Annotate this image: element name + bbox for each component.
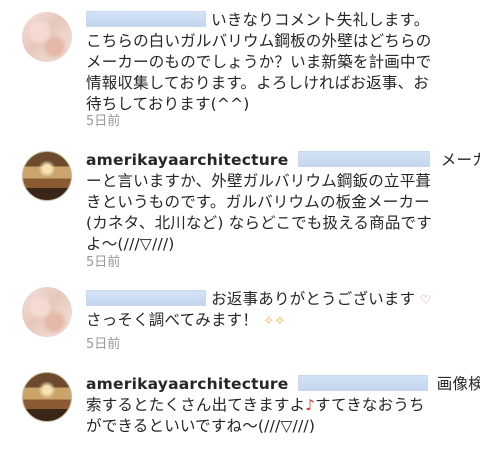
comment-text: すてきなおうち [315, 396, 425, 414]
comment-text: 索するとたくさん出てきますよ [86, 396, 306, 414]
user-avatar[interactable] [22, 372, 72, 422]
comment-body: お返事ありがとうございます ♡ さっそく調べてみます！ ✧✧ [86, 289, 446, 331]
timestamp: 5日前 [86, 114, 121, 129]
user-avatar[interactable] [22, 151, 72, 201]
comment-text: (カネタ、北川など) ならどこでも扱える商品です [86, 214, 432, 232]
username[interactable]: amerikayaarchitecture [86, 151, 288, 169]
username-redacted[interactable] [86, 11, 206, 27]
user-avatar[interactable] [22, 287, 72, 337]
comment-text: ができるといいですね〜(///▽///) [86, 417, 316, 435]
comment-text: ーと言いますか、外壁ガルバリウム鋼鈑の立平葺 [86, 172, 432, 190]
comment-text: いきなりコメント失礼します。 [211, 11, 430, 29]
user-avatar[interactable] [22, 12, 72, 62]
timestamp: 5日前 [86, 255, 121, 270]
comment-body: amerikayaarchitecture 画像検 索するとたくさん出てきますよ… [86, 374, 480, 437]
username-redacted[interactable] [86, 290, 206, 306]
comment-text: きというものです。ガルバリウムの板金メーカー [86, 193, 430, 211]
comment-text: メーカ [440, 151, 480, 169]
comment-text: こちらの白いガルバリウム鋼板の外壁はどちらの [86, 32, 432, 50]
comment-text: さっそく調べてみます！ [86, 311, 259, 329]
music-note-emoji-icon: ♪ [305, 396, 316, 414]
comment-text: よ〜(///▽///) [86, 235, 175, 253]
comment-text: メーカーのものでしょうか？いま新築を計画中で [86, 53, 432, 71]
comment-text: 待ちしております(^^) [86, 95, 250, 113]
username[interactable]: amerikayaarchitecture [86, 375, 288, 393]
heart-emoji-icon: ♡ [420, 293, 432, 307]
comment-text: 情報収集しております。よろしければお返事、お [86, 74, 429, 92]
timestamp: 5日前 [86, 337, 121, 352]
comment-body: amerikayaarchitecture メーカ ーと言いますか、外壁ガルバリ… [86, 150, 480, 255]
mention-redacted[interactable] [297, 375, 428, 391]
mention-redacted[interactable] [297, 151, 430, 167]
comment-text: 画像検 [436, 375, 480, 393]
comment-body: いきなりコメント失礼します。 こちらの白いガルバリウム鋼板の外壁はどちらの メー… [86, 10, 446, 115]
comment-text: お返事ありがとうございます [211, 290, 416, 308]
sparkle-emoji-icon: ✧✧ [263, 314, 286, 329]
